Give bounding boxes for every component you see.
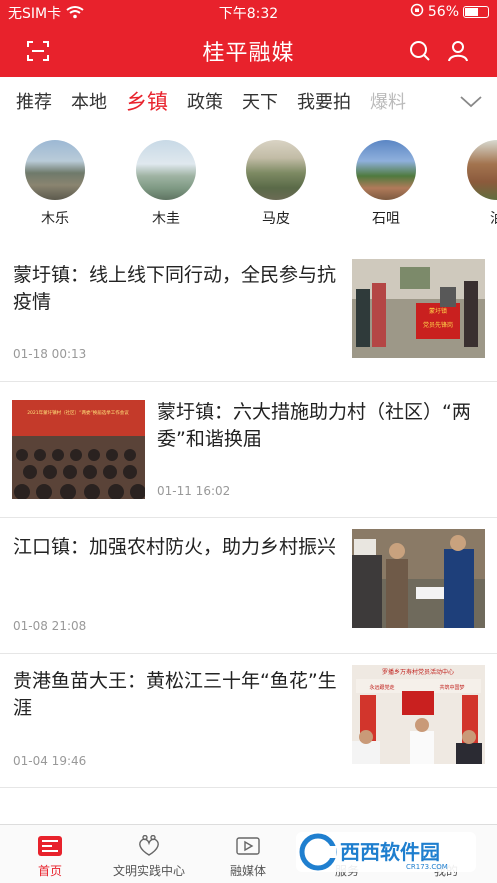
thumb-sign-top: 蒙圩镇 (429, 307, 447, 315)
news-item[interactable]: 蒙圩镇：线上线下同行动，全民参与抗疫情 01-18 00:13 蒙圩镇 党员先锋… (0, 246, 497, 382)
news-time: 01-11 16:02 (157, 484, 231, 498)
town-name: 木乐 (41, 211, 69, 227)
tabbar-media[interactable]: 融媒体 (198, 835, 298, 879)
town-avatar (25, 140, 85, 200)
town-item[interactable]: 木乐 (15, 140, 95, 228)
town-item[interactable]: 木圭 (126, 140, 206, 228)
user-icon[interactable] (444, 37, 472, 65)
app-header: 桂平融媒 (0, 24, 497, 77)
watermark-text: 西西软件园 (340, 840, 440, 864)
town-list: 木乐 木圭 马皮 石咀 油 (0, 140, 497, 230)
thumb-sign: 党员先锋岗 (423, 321, 453, 329)
thumb-banner: 罗播乡万寿村党员活动中心 (382, 668, 454, 676)
tab-world[interactable]: 天下 (242, 88, 278, 114)
battery-icon (463, 6, 489, 18)
tab-local[interactable]: 本地 (71, 88, 107, 114)
category-tabs: 推荐 本地 乡镇 政策 天下 我要拍 爆料 (0, 77, 497, 125)
watermark-sub: CR173.COM (406, 863, 448, 871)
news-title: 蒙圩镇：线上线下同行动，全民参与抗疫情 (13, 264, 337, 313)
news-title: 江口镇：加强农村防火，助力乡村振兴 (13, 536, 337, 558)
battery-percent: 56% (427, 4, 459, 20)
tab-shoot[interactable]: 我要拍 (297, 88, 351, 114)
news-time: 01-04 19:46 (13, 754, 87, 768)
chevron-down-icon[interactable] (459, 91, 483, 111)
tab-tipoff[interactable]: 爆料 (370, 88, 406, 114)
tab-towns[interactable]: 乡镇 (126, 86, 168, 116)
battery-status: 56% (410, 3, 489, 21)
news-title: 蒙圩镇：六大措施助力村（社区）“两委”和谐换届 (157, 401, 471, 450)
town-name: 马皮 (262, 211, 290, 227)
status-bar: 无SIM卡 下午8:32 56% (0, 0, 497, 24)
search-icon[interactable] (406, 37, 434, 65)
town-avatar (246, 140, 306, 200)
thumb-banner: 2021年蒙圩镇村（社区）“两委”换届选举工作会议 (27, 409, 129, 416)
news-thumbnail (352, 529, 485, 628)
town-item[interactable]: 马皮 (236, 140, 316, 228)
news-item[interactable]: 江口镇：加强农村防火，助力乡村振兴 01-08 21:08 (0, 518, 497, 654)
news-time: 01-08 21:08 (13, 619, 87, 633)
tabbar-civilization[interactable]: 文明实践中心 (99, 834, 199, 879)
civilization-icon (136, 834, 162, 857)
town-name: 木圭 (152, 211, 180, 227)
town-avatar (467, 140, 497, 200)
town-avatar (356, 140, 416, 200)
site-watermark: 西西软件园 CR173.COM (296, 830, 476, 874)
tabbar-media-label: 融媒体 (229, 864, 266, 878)
tab-policy[interactable]: 政策 (187, 88, 223, 114)
tabbar-civilization-label: 文明实践中心 (112, 864, 185, 878)
town-name: 石咀 (372, 211, 400, 227)
home-icon (37, 835, 63, 857)
thumb-sub2: 共筑中国梦 (439, 684, 464, 691)
news-thumbnail: 2021年蒙圩镇村（社区）“两委”换届选举工作会议 (12, 400, 145, 499)
orientation-lock-icon (410, 3, 424, 21)
news-title: 贵港鱼苗大王：黄松江三十年“鱼花”生涯 (13, 670, 337, 719)
town-item[interactable]: 油 (457, 140, 497, 228)
news-thumbnail: 蒙圩镇 党员先锋岗 (352, 259, 485, 358)
news-item[interactable]: 贵港鱼苗大王：黄松江三十年“鱼花”生涯 01-04 19:46 罗播乡万寿村党员… (0, 654, 497, 788)
town-item[interactable]: 石咀 (346, 140, 426, 228)
media-icon (235, 835, 261, 857)
thumb-sub1: 永远跟党走 (369, 684, 394, 691)
town-name: 油 (457, 208, 497, 228)
news-thumbnail: 罗播乡万寿村党员活动中心 永远跟党走 共筑中国梦 (352, 665, 485, 764)
town-avatar (136, 140, 196, 200)
tabbar-home[interactable]: 首页 (0, 835, 100, 879)
news-item[interactable]: 2021年蒙圩镇村（社区）“两委”换届选举工作会议 蒙圩镇：六大措施助力村（社区… (0, 382, 497, 518)
tab-recommend[interactable]: 推荐 (16, 88, 52, 114)
tabbar-home-label: 首页 (37, 864, 62, 878)
news-time: 01-18 00:13 (13, 347, 87, 361)
